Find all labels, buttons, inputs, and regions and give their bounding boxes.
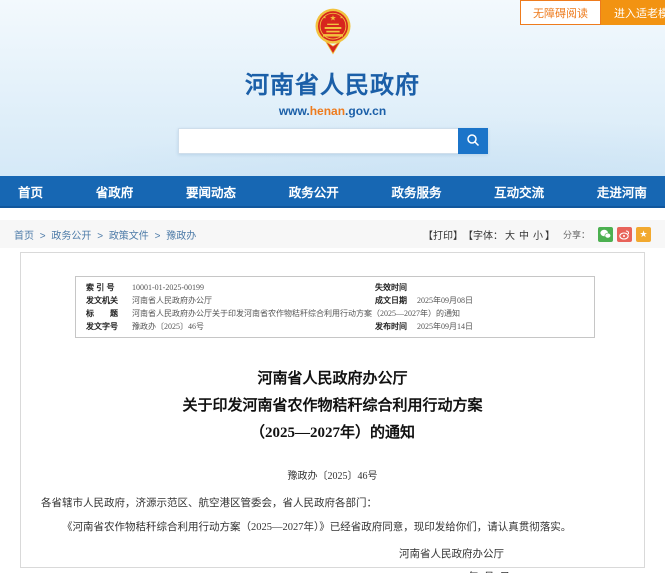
site-url: www.henan.gov.cn	[0, 104, 665, 118]
font-size-medium-button[interactable]: 中	[519, 231, 529, 242]
page-tools: 【打印】 【字体：大中小】 分享： ★	[423, 227, 651, 242]
font-size-control: 【字体：大中小】	[463, 227, 555, 242]
site-header: 无障碍阅读 进入适老模式 ★ ★ ★ 河南省人民政府	[0, 0, 665, 176]
meta-issuer-label: 发文机关	[76, 294, 132, 307]
barrier-free-button[interactable]: 无障碍阅读	[520, 0, 601, 25]
nav-item-provincial-govt[interactable]: 省政府	[96, 182, 134, 201]
meta-issuer-value: 河南省人民政府办公厅	[132, 294, 365, 307]
meta-docno-value: 豫政办〔2025〕46号	[132, 320, 365, 333]
search-icon	[466, 133, 480, 150]
print-button[interactable]: 【打印】	[423, 227, 463, 242]
breadcrumb-policy-documents[interactable]: 政策文件	[109, 231, 149, 242]
url-domain: henan	[310, 104, 345, 118]
meta-index-label: 索 引 号	[76, 281, 132, 294]
url-prefix: www.	[279, 104, 310, 118]
document-number: 豫政办〔2025〕46号	[21, 467, 644, 482]
nav-item-news[interactable]: 要闻动态	[186, 182, 236, 201]
top-actions: 无障碍阅读 进入适老模式	[520, 0, 665, 25]
meta-title-value: 河南省人民政府办公厅关于印发河南省农作物秸秆综合利用行动方案（2025—2027…	[132, 307, 592, 320]
meta-title-label: 标 题	[76, 307, 132, 320]
meta-docno-label: 发文字号	[76, 320, 132, 333]
wechat-share-icon[interactable]	[598, 227, 613, 242]
national-emblem-icon: ★ ★ ★	[313, 7, 353, 57]
page: 无障碍阅读 进入适老模式 ★ ★ ★ 河南省人民政府	[0, 0, 665, 573]
document-paragraph: 《河南省农作物秸秆综合利用行动方案（2025—2027年）》已经省政府同意，现印…	[41, 519, 624, 534]
breadcrumb-yuzhengban[interactable]: 豫政办	[166, 231, 196, 242]
site-title[interactable]: 河南省人民政府	[0, 65, 665, 100]
breadcrumb-separator: >	[155, 231, 161, 242]
meta-index-value: 10001-01-2025-00199	[132, 281, 365, 294]
document-title-line1: 河南省人民政府办公厅	[21, 366, 644, 393]
elder-mode-button[interactable]: 进入适老模式	[601, 0, 665, 25]
meta-invalid-date-value	[417, 281, 592, 294]
document-salutation: 各省辖市人民政府，济源示范区、航空港区管委会，省人民政府各部门：	[41, 495, 624, 510]
nav-item-home[interactable]: 首页	[18, 182, 43, 201]
breadcrumb: 首页 > 政务公开 > 政策文件 > 豫政办	[14, 227, 196, 242]
font-size-label: 【字体：	[463, 231, 503, 242]
meta-publish-date-value: 2025年09月14日	[417, 320, 592, 333]
breadcrumb-separator: >	[97, 231, 103, 242]
document-signature: 河南省人民政府办公厅	[21, 546, 644, 561]
share-label: 分享：	[563, 228, 590, 241]
font-size-large-button[interactable]: 大	[505, 231, 515, 242]
document-sign-date: 2025年9月8日	[21, 569, 644, 573]
breadcrumb-home[interactable]: 首页	[14, 231, 34, 242]
document-title: 河南省人民政府办公厅 关于印发河南省农作物秸秆综合利用行动方案 （2025—20…	[21, 366, 644, 447]
font-size-label-end: 】	[545, 231, 555, 242]
nav-item-about-henan[interactable]: 走进河南	[597, 182, 647, 201]
main-nav: 首页 省政府 要闻动态 政务公开 政务服务 互动交流 走进河南	[0, 176, 665, 208]
meta-written-date-value: 2025年09月08日	[417, 294, 592, 307]
document-meta-table: 索 引 号 10001-01-2025-00199 失效时间 发文机关 河南省人…	[75, 276, 595, 338]
url-suffix: .gov.cn	[345, 104, 386, 118]
document-title-line2: 关于印发河南省农作物秸秆综合利用行动方案	[21, 393, 644, 420]
search-button[interactable]	[458, 128, 488, 154]
weibo-share-icon[interactable]	[617, 227, 632, 242]
nav-item-govt-affairs[interactable]: 政务公开	[289, 182, 339, 201]
search-input[interactable]	[178, 128, 458, 154]
font-size-small-button[interactable]: 小	[533, 231, 543, 242]
search-bar	[178, 128, 488, 154]
document-panel: 索 引 号 10001-01-2025-00199 失效时间 发文机关 河南省人…	[20, 252, 645, 568]
meta-publish-date-label: 发布时间	[365, 320, 417, 333]
svg-text:★: ★	[329, 13, 336, 22]
document-title-line3: （2025—2027年）的通知	[21, 420, 644, 447]
favorite-star-icon[interactable]: ★	[636, 227, 651, 242]
meta-invalid-date-label: 失效时间	[365, 281, 417, 294]
nav-item-govt-services[interactable]: 政务服务	[391, 182, 441, 201]
breadcrumb-separator: >	[40, 231, 46, 242]
breadcrumb-toolbar: 首页 > 政务公开 > 政策文件 > 豫政办 【打印】 【字体：大中小】 分享：	[0, 220, 665, 248]
breadcrumb-govt-affairs[interactable]: 政务公开	[51, 231, 91, 242]
meta-written-date-label: 成文日期	[365, 294, 417, 307]
nav-item-interaction[interactable]: 互动交流	[494, 182, 544, 201]
